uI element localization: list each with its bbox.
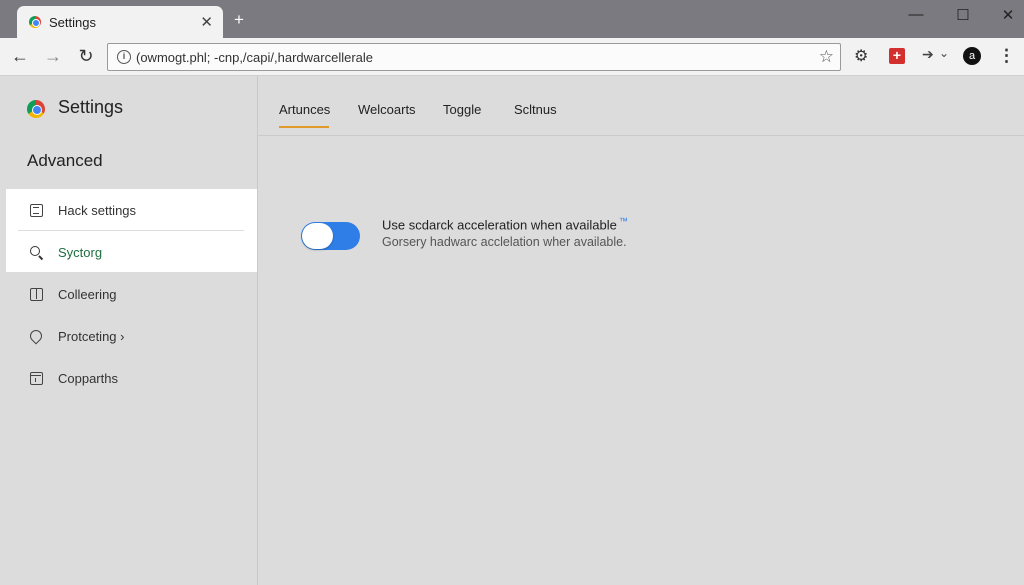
sidebar-item-label: Syctorg — [58, 244, 103, 260]
settings-tabs: Artunces Welcoarts Toggle Scltnus — [258, 76, 1024, 136]
list-box-icon — [29, 203, 43, 217]
tab-welcoarts[interactable]: Welcoarts — [358, 102, 416, 117]
tab-title: Settings — [49, 14, 96, 30]
hardware-acceleration-toggle[interactable] — [301, 222, 360, 250]
sidebar-item-label: Hack settings — [58, 202, 137, 218]
sidebar-item-colleering[interactable]: Colleering — [6, 274, 257, 314]
extension-gear-icon[interactable]: ⚙ — [854, 46, 868, 66]
bookmark-star-icon[interactable]: ☆ — [819, 47, 834, 67]
settings-sidebar: Settings Advanced Hack settings Syctorg … — [0, 76, 258, 585]
back-button[interactable]: ← — [9, 46, 31, 67]
profile-avatar[interactable]: a — [963, 47, 981, 65]
forward-button[interactable]: → — [42, 46, 64, 67]
setting-description: Gorsery hadwarc acclelation wher availab… — [382, 235, 627, 249]
url-text[interactable]: (owmogt.phl; -cnp,/capi/,hardwarcelleral… — [136, 50, 373, 65]
search-icon — [29, 245, 43, 259]
grid-box-icon — [29, 287, 43, 301]
tab-strip: Settings ✕ + — ☐ ✕ — [0, 0, 1024, 38]
trademark-mark: ™ — [618, 216, 628, 226]
toggle-knob — [302, 223, 333, 249]
tab-toggle[interactable]: Toggle — [443, 102, 481, 117]
address-bar[interactable]: i (owmogt.phl; -cnp,/capi/,hardwarceller… — [107, 43, 841, 71]
calendar-box-icon — [29, 371, 43, 385]
browser-toolbar: ← → ↻ i (owmogt.phl; -cnp,/capi/,hardwar… — [0, 38, 1024, 76]
close-window-button[interactable]: ✕ — [998, 6, 1018, 24]
new-tab-button[interactable]: + — [234, 10, 244, 30]
sidebar-item-syctorg[interactable]: Syctorg — [6, 232, 257, 272]
minimize-button[interactable]: — — [906, 6, 926, 23]
close-tab-icon[interactable]: ✕ — [200, 13, 213, 31]
advanced-heading: Advanced — [27, 151, 103, 170]
sidebar-item-label: Protceting › — [58, 328, 125, 344]
chrome-favicon-icon — [29, 16, 41, 28]
speech-bubble-icon — [27, 327, 45, 345]
extension-dropdown-icon[interactable]: ⌄ — [939, 46, 949, 66]
maximize-button[interactable]: ☐ — [953, 6, 973, 24]
setting-title: Use scdarck acceleration when available ™ — [382, 216, 628, 232]
settings-title: Settings — [58, 97, 124, 117]
site-info-icon[interactable]: i — [117, 50, 131, 64]
tab-artunces[interactable]: Artunces — [279, 102, 330, 117]
tab-scltnus[interactable]: Scltnus — [514, 102, 557, 117]
selected-tab-indicator — [279, 126, 329, 128]
sidebar-item-protceting[interactable]: Protceting › — [6, 316, 257, 356]
extension-arrow-icon[interactable]: ➔ — [922, 46, 934, 66]
extension-red-cross-icon[interactable]: + — [889, 48, 905, 64]
sidebar-item-hack-settings[interactable]: Hack settings — [6, 190, 257, 230]
chrome-logo-icon — [27, 100, 45, 118]
sidebar-item-label: Colleering — [58, 286, 117, 302]
sidebar-item-copparths[interactable]: Copparths — [6, 358, 257, 398]
browser-tab[interactable]: Settings ✕ — [17, 6, 223, 38]
reload-button[interactable]: ↻ — [75, 46, 97, 67]
setting-title-text: Use scdarck acceleration when available — [382, 217, 617, 233]
browser-menu-icon[interactable]: ⋮ — [998, 46, 1015, 66]
sidebar-item-label: Copparths — [58, 370, 118, 386]
menu-divider — [18, 230, 244, 231]
